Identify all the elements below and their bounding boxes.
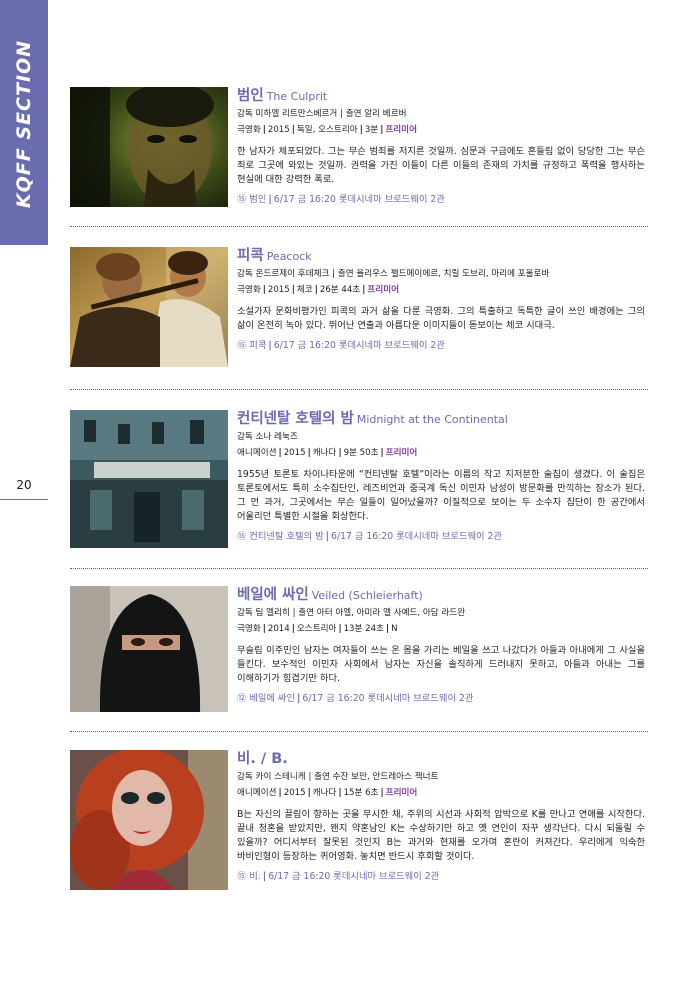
- film-screening: ⑮ 피콕 | 6/17 금 16:20 롯데시네마 브로드웨이 2관: [237, 340, 445, 351]
- film-still-continental: [70, 410, 228, 548]
- film-title: 피콕 Peacock: [237, 248, 312, 264]
- film-title: 컨티넨탈 호텔의 밤 Midnight at the Continental: [237, 411, 508, 427]
- film-synopsis: B는 자신의 끌림이 향하는 곳을 무시한 채, 주위의 시선과 사회적 압박으…: [237, 809, 645, 862]
- rating-badge: ⑫: [237, 693, 247, 704]
- film-synopsis: 1955년 토론토 차이나타운에 “컨티넨탈 호텔”이라는 이름의 작고 지저분…: [237, 469, 645, 522]
- film-credits: 감독 카이 스테니케 | 출연 수잔 보만, 안드레아스 잭너트: [237, 772, 439, 782]
- rating-badge: ⑮: [237, 531, 247, 542]
- film-synopsis: 무슬림 이주민인 남자는 여자들이 쓰는 온 몸을 가리는 베일을 쓰고 나갔다…: [237, 645, 645, 684]
- premiere-badge: 프리미어: [367, 285, 400, 295]
- film-credits: 감독 팀 엘리히 | 출연 아터 아엘, 아미라 엘 사예드, 아담 라드완: [237, 608, 466, 618]
- film-title: 범인 The Culprit: [237, 88, 328, 104]
- film-synopsis: 소설가자 문화비평가인 피콕의 과거 삶을 다룬 극영화. 그의 특출하고 독특…: [237, 306, 645, 331]
- film-credits: 감독 미하엘 리트만스베르거 | 출연 알리 베르버: [237, 109, 407, 119]
- film-screening: ⑮ 범인 | 6/17 금 16:20 롯데시네마 브로드웨이 2관: [237, 194, 445, 205]
- film-still-culprit: [70, 87, 228, 207]
- film-still-veiled-art: [70, 586, 228, 712]
- film-screening: ⑫ 베일에 싸인 | 6/17 금 16:20 롯데시네마 브로드웨이 2관: [237, 693, 474, 704]
- film-screening: ⑮ 컨티넨탈 호텔의 밤 | 6/17 금 16:20 롯데시네마 브로드웨이 2관: [237, 531, 503, 542]
- film-still-peacock: [70, 247, 228, 367]
- entry-divider: [70, 731, 648, 732]
- film-still-culprit-art: [70, 87, 228, 207]
- film-still-continental-art: [70, 410, 228, 548]
- premiere-badge: 프리미어: [385, 788, 418, 798]
- section-tab-label: KQFF SECTION: [13, 39, 35, 209]
- film-synopsis: 한 남자가 체포되었다. 그는 무슨 범죄를 저지른 것일까. 심문과 구금에도…: [237, 146, 645, 185]
- film-still-veiled: [70, 586, 228, 712]
- premiere-badge: 프리미어: [385, 448, 418, 458]
- film-meta: 극영화 | 2015 | 체코 | 26분 44초 | 프리미어: [237, 285, 400, 295]
- film-meta: 애니메이션 | 2015 | 캐나다 | 15분 6초 | 프리미어: [237, 788, 418, 798]
- rating-badge: ⑮: [237, 340, 247, 351]
- film-screening: ⑮ 비. | 6/17 금 16:20 롯데시네마 브로드웨이 2관: [237, 871, 440, 882]
- film-still-b-art: [70, 750, 228, 890]
- film-credits: 감독 온드르제이 후데체크 | 출연 율리우스 펠드메이에르, 치릴 도브리, …: [237, 269, 550, 279]
- film-still-peacock-art: [70, 247, 228, 367]
- film-credits: 감독 소나 레눅즈: [237, 432, 298, 442]
- film-meta: 극영화 | 2014 | 오스트리아 | 13분 24초 | N: [237, 624, 398, 634]
- rating-badge: ⑮: [237, 194, 247, 205]
- page-number: 20: [16, 478, 32, 492]
- entry-divider: [70, 568, 648, 569]
- film-meta: 극영화 | 2015 | 독일, 오스트리아 | 3분 | 프리미어: [237, 125, 417, 135]
- entry-divider: [70, 226, 648, 227]
- entry-divider: [70, 389, 648, 390]
- rating-badge: ⑮: [237, 871, 247, 882]
- film-still-b: [70, 750, 228, 890]
- film-title: 비. / B.: [237, 751, 288, 767]
- section-tab: KQFF SECTION: [0, 0, 48, 245]
- page-number-rule: [0, 499, 48, 500]
- film-title: 베일에 싸인 Veiled (Schleierhaft): [237, 587, 423, 603]
- film-meta: 애니메이션 | 2015 | 캐나다 | 9분 50초 | 프리미어: [237, 448, 418, 458]
- premiere-badge: 프리미어: [385, 125, 417, 135]
